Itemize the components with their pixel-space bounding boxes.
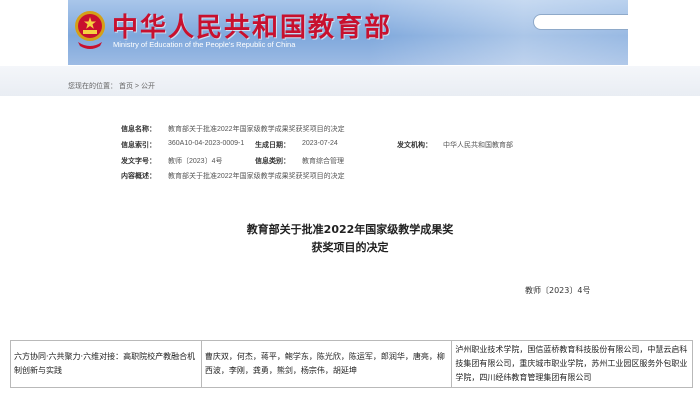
award-results-table: 六方协同·六共聚力·六维对接：高职院校产教融合机制创新与实践 曹庆双，何杰，蒋平… xyxy=(10,340,693,388)
site-subtitle: Ministry of Education of the People's Re… xyxy=(113,40,296,49)
category-value: 教育综合管理 xyxy=(302,158,344,165)
date-value: 2023-07-24 xyxy=(302,140,338,147)
document-title-line-2: 获奖项目的决定 xyxy=(311,241,389,254)
doc-no-label: 发文字号： xyxy=(121,158,156,165)
institutions-cell: 泸州职业技术学院，国信蓝桥教育科技股份有限公司，中慧云启科技集团有限公司，重庆城… xyxy=(451,340,693,388)
date-label: 生成日期： xyxy=(255,142,290,149)
doc-no-value: 教师〔2023〕4号 xyxy=(168,158,223,165)
issuer-label: 发文机构： xyxy=(397,142,432,149)
table-row: 六方协同·六共聚力·六维对接：高职院校产教融合机制创新与实践 曹庆双，何杰，蒋平… xyxy=(10,340,693,388)
document-title-line-1: 教育部关于批准2022年国家级教学成果奖 xyxy=(246,223,454,236)
search-input[interactable] xyxy=(533,14,628,30)
breadcrumb-home-link[interactable]: 首页 xyxy=(119,83,133,90)
index-label: 信息索引： xyxy=(121,142,156,149)
info-name-value: 教育部关于批准2022年国家级教学成果奖获奖项目的决定 xyxy=(168,126,345,133)
site-title[interactable]: 中华人民共和国教育部 xyxy=(112,7,392,44)
national-emblem-icon xyxy=(75,11,105,49)
summary-value: 教育部关于批准2022年国家级教学成果奖获奖项目的决定 xyxy=(168,173,345,180)
breadcrumb: 您现在的位置： 首页 > 公开 xyxy=(0,66,700,96)
issuer-value: 中华人民共和国教育部 xyxy=(443,142,513,149)
breadcrumb-current[interactable]: 公开 xyxy=(141,83,155,90)
members-cell: 曹庆双，何杰，蒋平，鲍学东，陈光欣，陈运军，郎润华，唐亮，柳西波，李刚，龚勇，熊… xyxy=(200,340,453,388)
project-name-cell: 六方协同·六共聚力·六维对接：高职院校产教融合机制创新与实践 xyxy=(10,340,202,388)
breadcrumb-prefix: 您现在的位置： xyxy=(68,83,117,90)
category-label: 信息类别： xyxy=(255,158,290,165)
breadcrumb-separator: > xyxy=(134,83,139,90)
info-name-label: 信息名称： xyxy=(121,126,156,133)
site-header-banner: 中华人民共和国教育部 Ministry of Education of the … xyxy=(68,0,628,65)
summary-label: 内容概述： xyxy=(121,173,156,180)
document-number: 教师〔2023〕4号 xyxy=(525,286,591,295)
index-value: 360A10-04-2023-0009-1 xyxy=(168,140,245,147)
banner-decoration xyxy=(368,0,628,65)
